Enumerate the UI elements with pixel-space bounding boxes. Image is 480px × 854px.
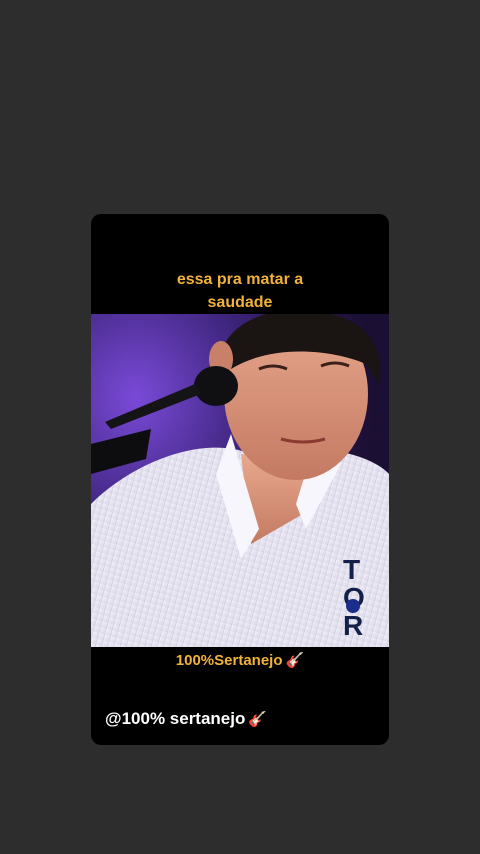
singer-image: TOR bbox=[91, 314, 389, 647]
video-caption: essa pra matar a saudade bbox=[91, 268, 389, 314]
video-frame[interactable]: TOR bbox=[91, 314, 389, 647]
guitar-icon: 🎸 bbox=[248, 711, 268, 728]
story-screen: essa pra matar a saudade T O R 100%Serta… bbox=[0, 0, 480, 854]
handle-text: @100% sertanejo bbox=[105, 709, 246, 728]
guitar-icon: 🎸 bbox=[285, 652, 305, 669]
brand-text: 100%Sertanejo bbox=[175, 652, 283, 669]
caption-line-2: saudade bbox=[207, 294, 273, 311]
video-card[interactable]: essa pra matar a saudade T O R 100%Serta… bbox=[91, 214, 389, 745]
caption-line-1: essa pra matar a bbox=[176, 271, 304, 288]
account-handle[interactable]: @100% sertanejo 🎸 bbox=[105, 708, 267, 731]
brand-caption: 100%Sertanejo 🎸 bbox=[91, 651, 389, 671]
